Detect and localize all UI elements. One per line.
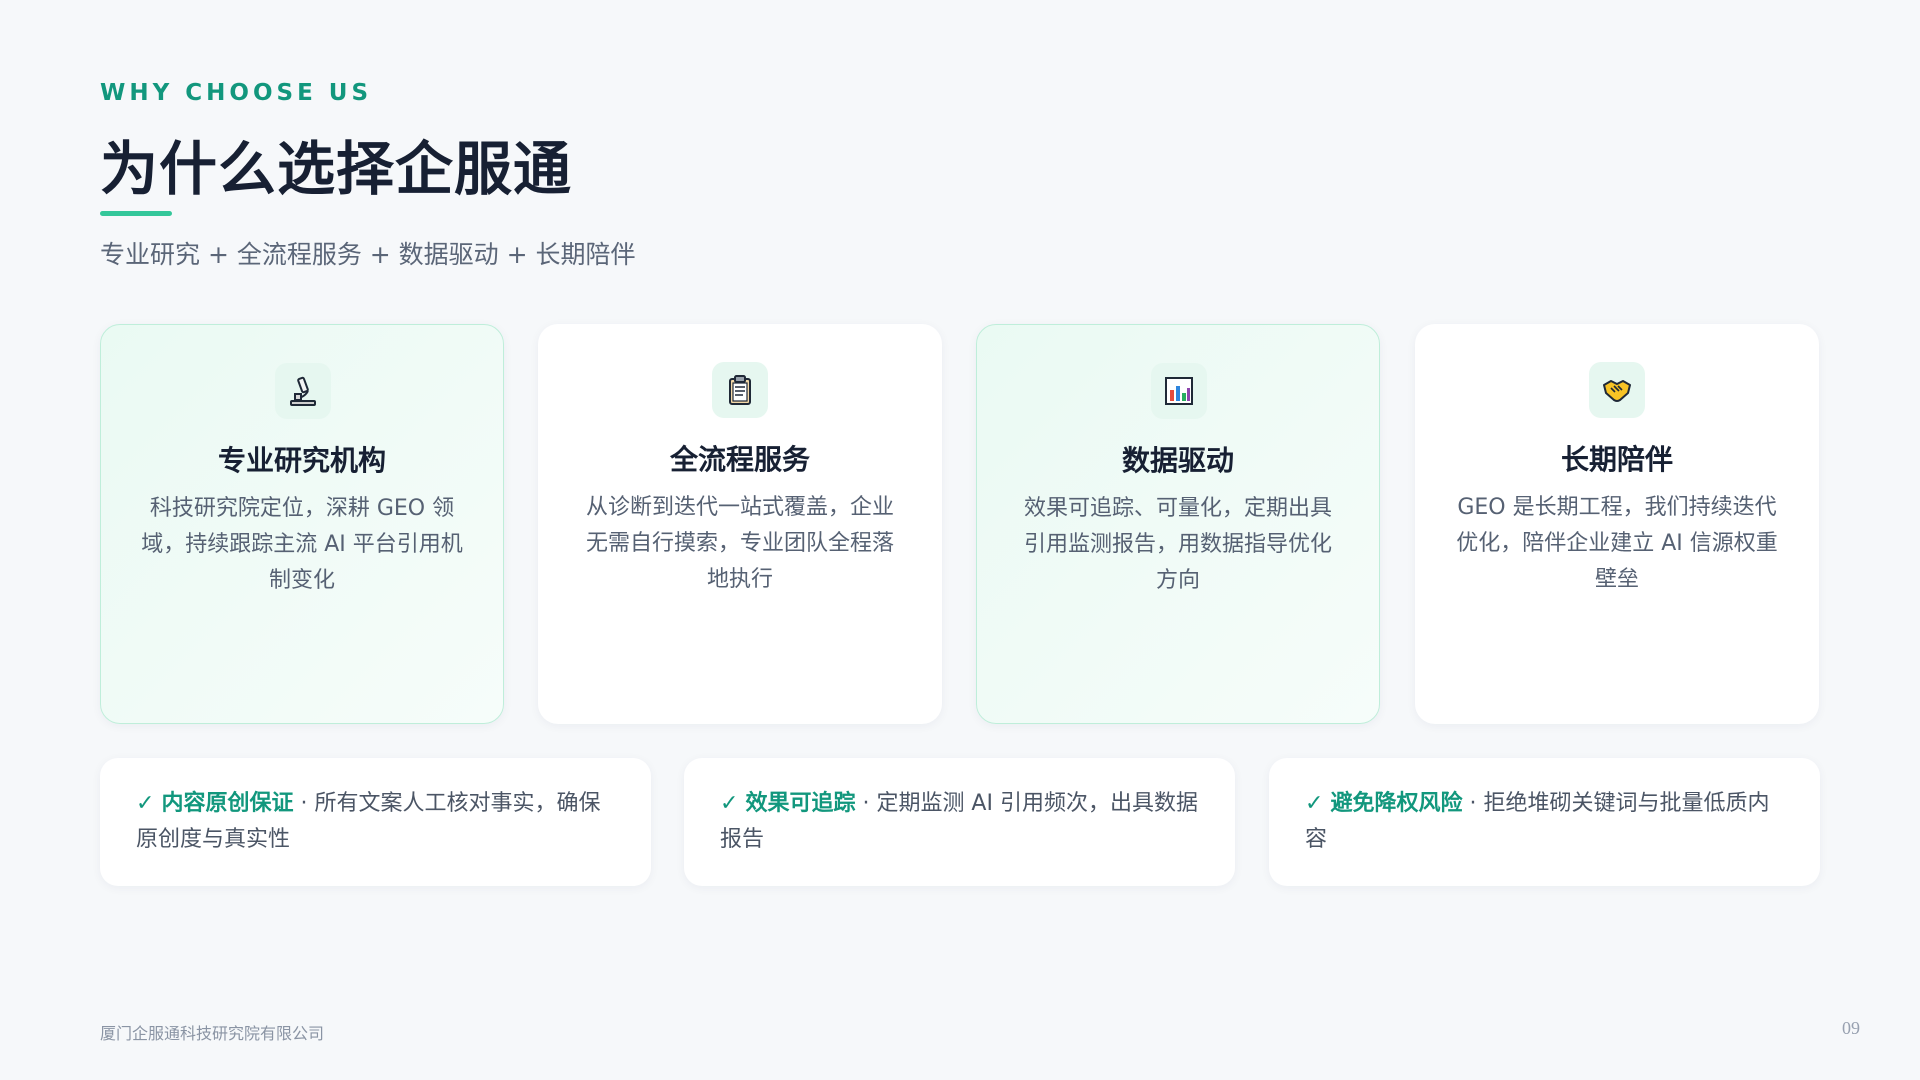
feature-trackable-results: ✓ 效果可追踪 · 定期监测 AI 引用频次，出具数据报告: [684, 758, 1235, 886]
handshake-icon: [1589, 362, 1645, 418]
card-long-term-partnership: 长期陪伴 GEO 是长期工程，我们持续迭代优化，陪伴企业建立 AI 信源权重壁垒: [1415, 324, 1819, 724]
page-title: 为什么选择企服通: [100, 135, 573, 203]
eyebrow-label: WHY CHOOSE US: [100, 80, 373, 106]
check-icon: ✓: [1305, 791, 1324, 816]
clipboard-icon: [712, 362, 768, 418]
card-full-process-service: 全流程服务 从诊断到迭代一站式覆盖，企业无需自行摸索，专业团队全程落地执行: [538, 324, 942, 724]
page-subtitle: 专业研究 + 全流程服务 + 数据驱动 + 长期陪伴: [100, 240, 636, 269]
feature-separator: ·: [1462, 791, 1484, 816]
check-icon: ✓: [136, 791, 155, 816]
card-title: 长期陪伴: [1560, 443, 1673, 476]
card-title: 数据驱动: [1121, 444, 1234, 477]
card-description: GEO 是长期工程，我们持续迭代优化，陪伴企业建立 AI 信源权重壁垒: [1456, 495, 1778, 592]
feature-separator: ·: [293, 791, 315, 816]
guarantee-strip: ✓ 内容原创保证 · 所有文案人工核对事实，确保原创度与真实性 ✓ 效果可追踪 …: [100, 758, 1820, 886]
microscope-icon: [275, 363, 331, 419]
feature-original-content: ✓ 内容原创保证 · 所有文案人工核对事实，确保原创度与真实性: [100, 758, 651, 886]
check-icon: ✓: [720, 791, 739, 816]
bar-chart-icon: [1151, 363, 1207, 419]
feature-separator: ·: [855, 791, 877, 816]
slide: WHY CHOOSE US 为什么选择企服通 专业研究 + 全流程服务 + 数据…: [0, 0, 1920, 1080]
card-title: 专业研究机构: [217, 444, 386, 477]
page-number: 09: [1842, 1018, 1860, 1038]
advantage-cards: 专业研究机构 科技研究院定位，深耕 GEO 领域，持续跟踪主流 AI 平台引用机…: [100, 324, 1820, 724]
feature-avoid-penalty: ✓ 避免降权风险 · 拒绝堆砌关键词与批量低质内容: [1269, 758, 1820, 886]
card-description: 效果可追踪、可量化，定期出具引用监测报告，用数据指导优化方向: [1023, 496, 1332, 593]
card-research-institute: 专业研究机构 科技研究院定位，深耕 GEO 领域，持续跟踪主流 AI 平台引用机…: [100, 324, 504, 724]
card-data-driven: 数据驱动 效果可追踪、可量化，定期出具引用监测报告，用数据指导优化方向: [976, 324, 1380, 724]
footer-company-name: 厦门企服通科技研究院有限公司: [100, 1024, 325, 1043]
card-description: 从诊断到迭代一站式覆盖，企业无需自行摸索，专业团队全程落地执行: [585, 495, 894, 592]
feature-highlight: 避免降权风险: [1330, 791, 1463, 816]
card-description: 科技研究院定位，深耕 GEO 领域，持续跟踪主流 AI 平台引用机制变化: [141, 496, 463, 593]
feature-highlight: 效果可追踪: [745, 791, 856, 816]
card-title: 全流程服务: [669, 443, 810, 476]
feature-highlight: 内容原创保证: [161, 791, 294, 816]
title-accent-divider: [100, 211, 172, 216]
